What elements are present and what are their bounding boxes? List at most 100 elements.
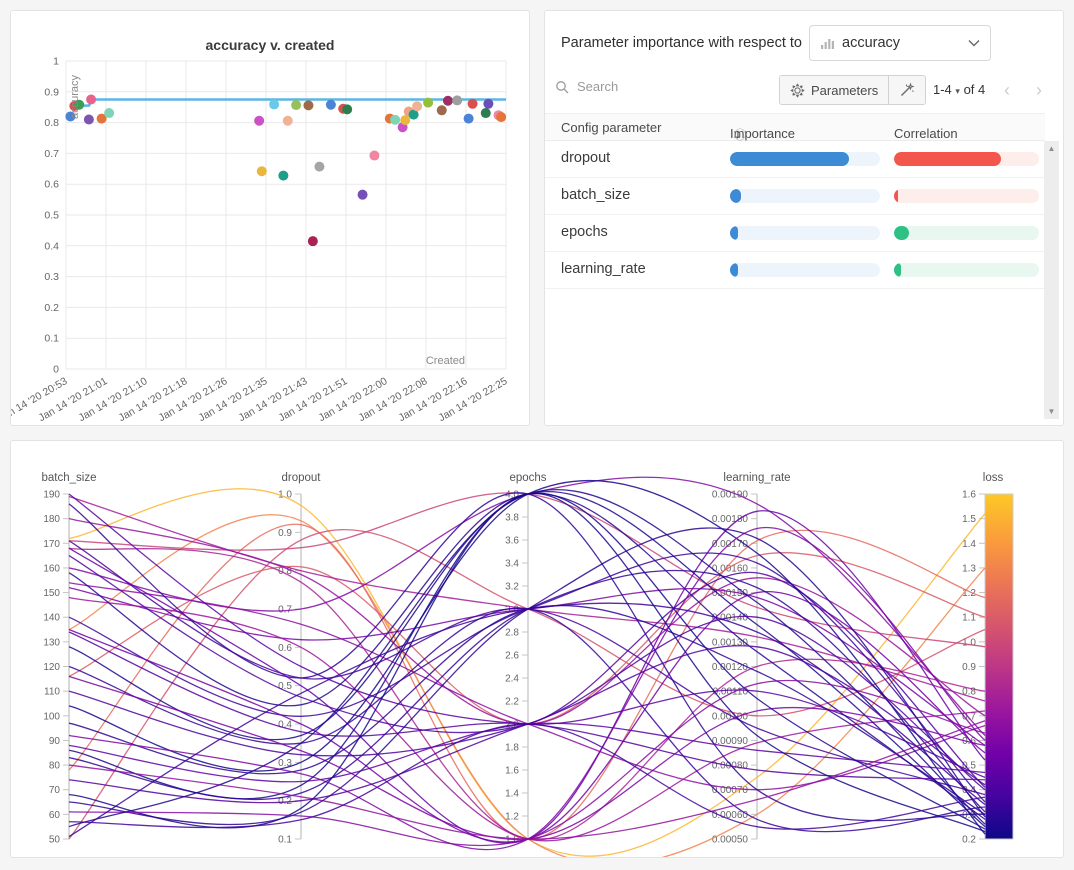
y-tick-label: 0.3 [44, 271, 59, 283]
x-axis-label: Created [426, 355, 465, 367]
panel-toolbar: Search Parameters 1-4 ▾ of 4 [545, 75, 1063, 113]
importance-bar [730, 263, 880, 277]
scatter-point[interactable] [84, 115, 94, 125]
scatter-point[interactable] [369, 151, 379, 161]
axis-tick-label: 140 [43, 613, 60, 624]
y-tick-label: 0.1 [44, 333, 59, 345]
axis-tick-label: 1.1 [962, 613, 976, 624]
axis-tick-label: 3.6 [505, 536, 519, 547]
axis-tick-label: 130 [43, 637, 60, 648]
correlation-bar [894, 263, 1039, 277]
axis-tick-label: 1.3 [962, 563, 976, 574]
y-tick-label: 0.4 [44, 240, 59, 252]
gear-icon [790, 83, 805, 98]
scatter-point[interactable] [496, 112, 506, 122]
config-parameter-name: epochs [561, 224, 608, 240]
y-axis-label: accuracy [69, 75, 81, 119]
toolbar-button-group: Parameters [779, 75, 926, 105]
axis-tick-label: 0.6 [278, 643, 292, 654]
scatter-point[interactable] [314, 162, 324, 172]
y-tick-label: 0.5 [44, 210, 59, 222]
scatter-point[interactable] [437, 105, 447, 115]
axis-title: batch_size [42, 472, 97, 484]
scatter-point[interactable] [303, 100, 313, 110]
x-tick-label: Jan 14 '20 22:08 [357, 375, 430, 424]
importance-table-body: dropoutbatch_sizeepochs learning_rate [545, 141, 1045, 289]
scatter-point[interactable] [400, 115, 410, 125]
scroll-down-icon[interactable]: ▼ [1044, 407, 1059, 416]
axis-tick-label: 70 [49, 785, 61, 796]
axis-tick-label: 2.6 [505, 651, 519, 662]
axis-tick-label: 1.8 [505, 743, 519, 754]
x-tick-label: Jan 14 '20 22:00 [317, 375, 390, 424]
axis-tick-label: 1.6 [505, 766, 519, 777]
scatter-point[interactable] [269, 99, 279, 109]
scatter-point[interactable] [104, 108, 114, 118]
scatter-point[interactable] [257, 166, 267, 176]
sort-descending-icon: ↓ [734, 126, 741, 141]
y-tick-label: 0.2 [44, 302, 59, 314]
scatter-point[interactable] [412, 101, 422, 111]
column-config-parameter: Config parameter [561, 120, 661, 135]
axis-tick-label: 3.2 [505, 582, 519, 593]
axis-title: learning_rate [723, 472, 790, 484]
scatter-point[interactable] [390, 115, 400, 125]
axis-tick-label: 0.00120 [712, 662, 749, 673]
axis-tick-label: 100 [43, 711, 60, 722]
search-input[interactable]: Search [555, 79, 755, 94]
axis-tick-label: 0.00100 [712, 711, 749, 722]
reference-max-line[interactable] [74, 100, 506, 106]
scatter-point[interactable] [278, 171, 288, 181]
axis-title: dropout [281, 472, 321, 484]
table-row[interactable]: learning_rate [545, 252, 1045, 289]
scatter-point[interactable] [443, 96, 453, 106]
parameters-button[interactable]: Parameters [780, 76, 888, 104]
vertical-scrollbar[interactable]: ▲ ▼ [1044, 141, 1059, 419]
axis-tick-label: 90 [49, 736, 61, 747]
chevron-down-icon [968, 39, 980, 47]
x-tick-label: Jan 14 '20 21:26 [157, 375, 230, 424]
importance-bar [730, 152, 880, 166]
table-row[interactable]: batch_size [545, 178, 1045, 215]
scatter-point[interactable] [86, 95, 96, 105]
scatter-point[interactable] [283, 116, 293, 126]
pagination-label[interactable]: 1-4 ▾ of 4 [933, 82, 985, 97]
scatter-chart-panel: accuracy v. created accuracy 00.10.20.30… [10, 10, 530, 426]
previous-page-icon[interactable]: ‹ [997, 80, 1017, 100]
axis-tick-label: 0.00180 [712, 514, 749, 525]
pagination-range: 1-4 [933, 82, 952, 97]
axis-title: epochs [509, 472, 546, 484]
scatter-point[interactable] [358, 190, 368, 200]
loss-colorbar [985, 494, 1013, 839]
scatter-point[interactable] [481, 108, 491, 118]
metric-select-dropdown[interactable]: accuracy [809, 25, 991, 61]
scatter-point[interactable] [483, 99, 493, 109]
table-row[interactable]: epochs [545, 215, 1045, 252]
x-tick-label: Jan 14 '20 21:01 [37, 375, 110, 424]
scroll-up-icon[interactable]: ▲ [1044, 144, 1059, 153]
scatter-point[interactable] [342, 104, 352, 114]
parameters-button-label: Parameters [811, 83, 878, 98]
magic-wand-button[interactable] [888, 76, 925, 104]
table-row[interactable]: dropout [545, 141, 1045, 178]
axis-tick-label: 170 [43, 539, 60, 550]
scatter-point[interactable] [423, 98, 433, 108]
scatter-point[interactable] [291, 100, 301, 110]
scatter-point[interactable] [254, 116, 264, 126]
axis-tick-label: 50 [49, 835, 61, 846]
scatter-point[interactable] [464, 114, 474, 124]
search-icon [555, 80, 569, 94]
scatter-point[interactable] [452, 95, 462, 105]
correlation-bar [894, 152, 1039, 166]
axis-tick-label: 60 [49, 810, 61, 821]
next-page-icon[interactable]: › [1029, 80, 1049, 100]
scatter-point[interactable] [468, 99, 478, 109]
search-placeholder: Search [577, 79, 618, 94]
axis-tick-label: 0.9 [278, 528, 292, 539]
panel-title: Parameter importance with respect to [561, 35, 802, 51]
bar-chart-icon [820, 36, 834, 50]
scatter-point[interactable] [308, 236, 318, 246]
correlation-bar [894, 189, 1039, 203]
axis-tick-label: 1.6 [962, 490, 976, 501]
scatter-point[interactable] [326, 100, 336, 110]
